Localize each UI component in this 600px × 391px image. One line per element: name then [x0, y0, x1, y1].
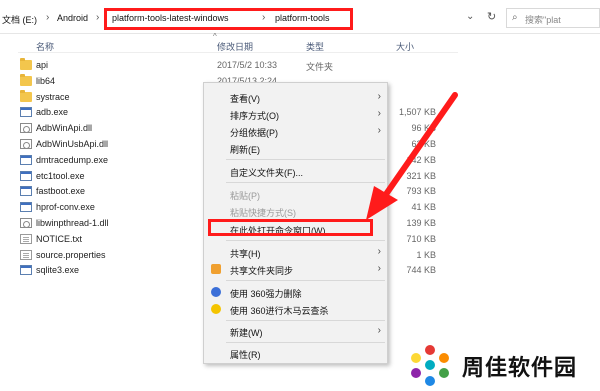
address-bar[interactable]: 文档 (E:) › Android › platform-tools-lates… [0, 0, 600, 34]
menu-separator [226, 280, 385, 281]
chevron-down-icon[interactable]: ⌄ [466, 11, 474, 22]
file-size: 1 KB [416, 249, 436, 260]
chevron-right-icon: › [377, 263, 381, 274]
menu-item-360-delete[interactable]: 使用 360强力删除 [204, 284, 387, 300]
refresh-icon[interactable]: ↻ [487, 10, 496, 23]
menu-separator [226, 240, 385, 241]
file-size: 744 KB [406, 265, 436, 276]
menu-highlight-box [208, 219, 373, 236]
menu-item-properties[interactable]: 属性(R) [204, 345, 387, 361]
menu-item-label: 共享文件夹同步 [230, 266, 294, 276]
file-name: fastboot.exe [36, 186, 86, 197]
menu-item-label: 自定义文件夹(F)... [230, 168, 303, 178]
menu-item-label: 新建(W) [230, 328, 263, 338]
doc-icon [20, 249, 32, 260]
menu-item-label: 刷新(E) [230, 145, 260, 155]
chevron-right-icon[interactable]: › [46, 12, 49, 23]
file-name: lib64 [36, 75, 56, 86]
menu-item-label: 粘贴(P) [230, 191, 260, 201]
dll-icon [20, 218, 32, 228]
file-name: adb.exe [36, 107, 69, 118]
menu-item-label: 属性(R) [230, 350, 261, 360]
shield-icon [211, 287, 221, 297]
menu-item-label: 共享(H) [230, 249, 261, 259]
menu-item-label: 查看(V) [230, 94, 260, 104]
file-name: systrace [36, 91, 70, 102]
exe-icon [20, 107, 32, 118]
dll-icon [20, 139, 32, 149]
exe-icon [20, 186, 32, 197]
file-date: 2017/5/2 10:33 [217, 60, 278, 70]
folder-icon [20, 73, 32, 86]
dll-icon [20, 123, 32, 134]
menu-item-new[interactable]: 新建(W) › [204, 323, 387, 339]
file-name: libwinpthread-1.dll [36, 218, 109, 228]
exe-icon [20, 170, 32, 181]
file-name: sqlite3.exe [36, 265, 80, 276]
file-type: 文件夹 [306, 62, 334, 72]
file-name: hprof-conv.exe [36, 202, 95, 213]
header-divider [18, 52, 458, 53]
menu-item-label: 使用 360进行木马云查杀 [230, 306, 329, 316]
menu-item-label: 使用 360强力删除 [230, 289, 302, 299]
exe-icon [20, 202, 32, 213]
menu-item-label: 排序方式(O) [230, 111, 279, 121]
menu-item-label: 粘贴快捷方式(S) [230, 208, 296, 218]
file-name: dmtracedump.exe [36, 154, 109, 165]
exe-icon [20, 265, 32, 276]
crumb-drive[interactable]: 文档 (E:) [2, 13, 37, 26]
file-name: source.properties [36, 249, 106, 260]
menu-item-shared-sync[interactable]: 共享文件夹同步 › [204, 261, 387, 277]
folder-icon [20, 58, 32, 70]
file-name: NOTICE.txt [36, 233, 83, 244]
address-highlight-box [104, 8, 353, 30]
chevron-right-icon: › [377, 325, 381, 336]
chevron-right-icon[interactable]: › [96, 12, 99, 23]
share-sync-icon [211, 264, 221, 274]
watermark-text: 周佳软件园 [462, 356, 578, 381]
menu-separator [226, 342, 385, 343]
radiation-icon [211, 304, 221, 314]
file-name: api [36, 60, 49, 70]
menu-item-label: 分组依据(P) [230, 128, 278, 138]
file-name: AdbWinUsbApi.dll [36, 139, 109, 149]
watermark-logo-icon [411, 345, 449, 386]
file-name: etc1tool.exe [36, 170, 85, 181]
menu-separator [226, 320, 385, 321]
folder-icon [20, 89, 32, 102]
menu-item-360-scan[interactable]: 使用 360进行木马云查杀 [204, 301, 387, 317]
doc-icon [20, 233, 32, 244]
file-size: 710 KB [406, 233, 436, 244]
file-row[interactable]: api 2017/5/2 10:33 文件夹 [18, 58, 458, 74]
chevron-right-icon: › [377, 246, 381, 257]
search-input[interactable]: ⌕ 搜索"plat [506, 8, 600, 28]
crumb-android[interactable]: Android [57, 13, 88, 23]
search-icon: ⌕ [512, 12, 518, 23]
file-name: AdbWinApi.dll [36, 123, 93, 134]
exe-icon [20, 154, 32, 165]
search-placeholder: 搜索"plat [525, 15, 561, 25]
annotation-arrow-icon [366, 92, 458, 220]
menu-item-share[interactable]: 共享(H) › [204, 244, 387, 260]
